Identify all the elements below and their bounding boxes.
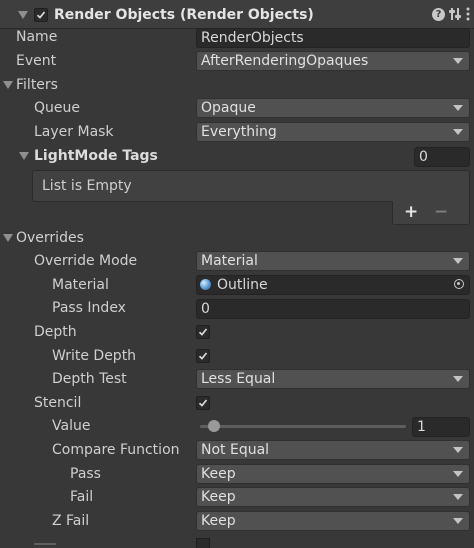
- name-label: Name: [16, 29, 58, 45]
- pass-index-label: Pass Index: [52, 300, 126, 316]
- fail-label: Fail: [70, 489, 94, 505]
- filters-section-title[interactable]: Filters: [16, 75, 58, 95]
- depth-test-dropdown[interactable]: Less Equal: [196, 369, 470, 389]
- material-field[interactable]: Outline: [196, 275, 470, 295]
- list-remove-button[interactable]: −: [434, 201, 448, 223]
- write-depth-label: Write Depth: [52, 348, 137, 364]
- next-row-checkbox[interactable]: [196, 538, 210, 548]
- lightmode-tags-count[interactable]: 0: [414, 147, 470, 167]
- depth-checkbox[interactable]: [196, 325, 210, 339]
- z-fail-value: Keep: [201, 513, 236, 529]
- dropdown-arrow-icon: [453, 471, 463, 477]
- lightmode-tags-label[interactable]: LightMode Tags: [34, 146, 158, 166]
- pass-value: Keep: [201, 466, 236, 482]
- dropdown-arrow-icon: [453, 129, 463, 135]
- stencil-value-field[interactable]: 1: [412, 417, 470, 437]
- stencil-value-slider-thumb[interactable]: [208, 420, 220, 432]
- dropdown-arrow-icon: [453, 258, 463, 264]
- help-icon[interactable]: ?: [432, 8, 445, 21]
- preset-icon[interactable]: [449, 7, 461, 21]
- list-add-button[interactable]: +: [404, 201, 418, 223]
- layer-mask-value: Everything: [201, 124, 277, 140]
- event-value: AfterRenderingOpaques: [201, 53, 369, 69]
- next-row-clipped: [34, 541, 56, 548]
- foldout-arrow-icon[interactable]: [19, 152, 29, 160]
- dropdown-arrow-icon: [453, 447, 463, 453]
- z-fail-label: Z Fail: [52, 513, 90, 529]
- override-mode-dropdown[interactable]: Material: [196, 251, 470, 271]
- override-mode-value: Material: [201, 253, 258, 269]
- stencil-value-label: Value: [52, 418, 91, 434]
- override-mode-label: Override Mode: [34, 253, 138, 269]
- material-sphere-icon: [200, 279, 211, 290]
- dropdown-arrow-icon: [453, 58, 463, 64]
- event-dropdown[interactable]: AfterRenderingOpaques: [196, 51, 470, 71]
- overrides-section-title[interactable]: Overrides: [16, 228, 84, 248]
- pass-index-field[interactable]: 0: [196, 299, 470, 319]
- enabled-checkbox[interactable]: [34, 8, 48, 22]
- list-empty-text: List is Empty: [42, 178, 132, 194]
- compare-function-label: Compare Function: [52, 442, 180, 458]
- pass-label: Pass: [70, 466, 101, 482]
- lightmode-tags-list: List is Empty: [32, 170, 470, 202]
- compare-function-dropdown[interactable]: Not Equal: [196, 440, 470, 460]
- foldout-arrow-icon[interactable]: [3, 81, 13, 89]
- object-picker-icon[interactable]: [454, 279, 464, 289]
- foldout-arrow-icon[interactable]: [3, 234, 13, 242]
- pass-dropdown[interactable]: Keep: [196, 464, 470, 484]
- stencil-label: Stencil: [34, 395, 82, 411]
- fail-dropdown[interactable]: Keep: [196, 487, 470, 507]
- fail-value: Keep: [201, 489, 236, 505]
- depth-label: Depth: [34, 324, 77, 340]
- depth-test-label: Depth Test: [52, 371, 127, 387]
- layer-mask-dropdown[interactable]: Everything: [196, 122, 470, 142]
- dropdown-arrow-icon: [453, 376, 463, 382]
- queue-value: Opaque: [201, 100, 256, 116]
- list-footer: + −: [392, 201, 470, 225]
- dropdown-arrow-icon: [453, 105, 463, 111]
- z-fail-dropdown[interactable]: Keep: [196, 511, 470, 531]
- dropdown-arrow-icon: [453, 518, 463, 524]
- material-label: Material: [52, 277, 109, 293]
- stencil-value-slider-track[interactable]: [200, 425, 406, 428]
- stencil-checkbox[interactable]: [196, 396, 210, 410]
- event-label: Event: [16, 53, 57, 69]
- name-field[interactable]: RenderObjects: [196, 28, 470, 48]
- layer-mask-label: Layer Mask: [34, 124, 114, 140]
- write-depth-checkbox[interactable]: [196, 349, 210, 363]
- dropdown-arrow-icon: [453, 494, 463, 500]
- depth-test-value: Less Equal: [201, 371, 276, 387]
- material-value: Outline: [217, 277, 268, 293]
- compare-function-value: Not Equal: [201, 442, 270, 458]
- queue-label: Queue: [34, 100, 80, 116]
- foldout-arrow-icon[interactable]: [18, 11, 28, 19]
- component-title: Render Objects (Render Objects): [54, 7, 314, 23]
- menu-dots-icon[interactable]: [466, 7, 470, 21]
- queue-dropdown[interactable]: Opaque: [196, 98, 470, 118]
